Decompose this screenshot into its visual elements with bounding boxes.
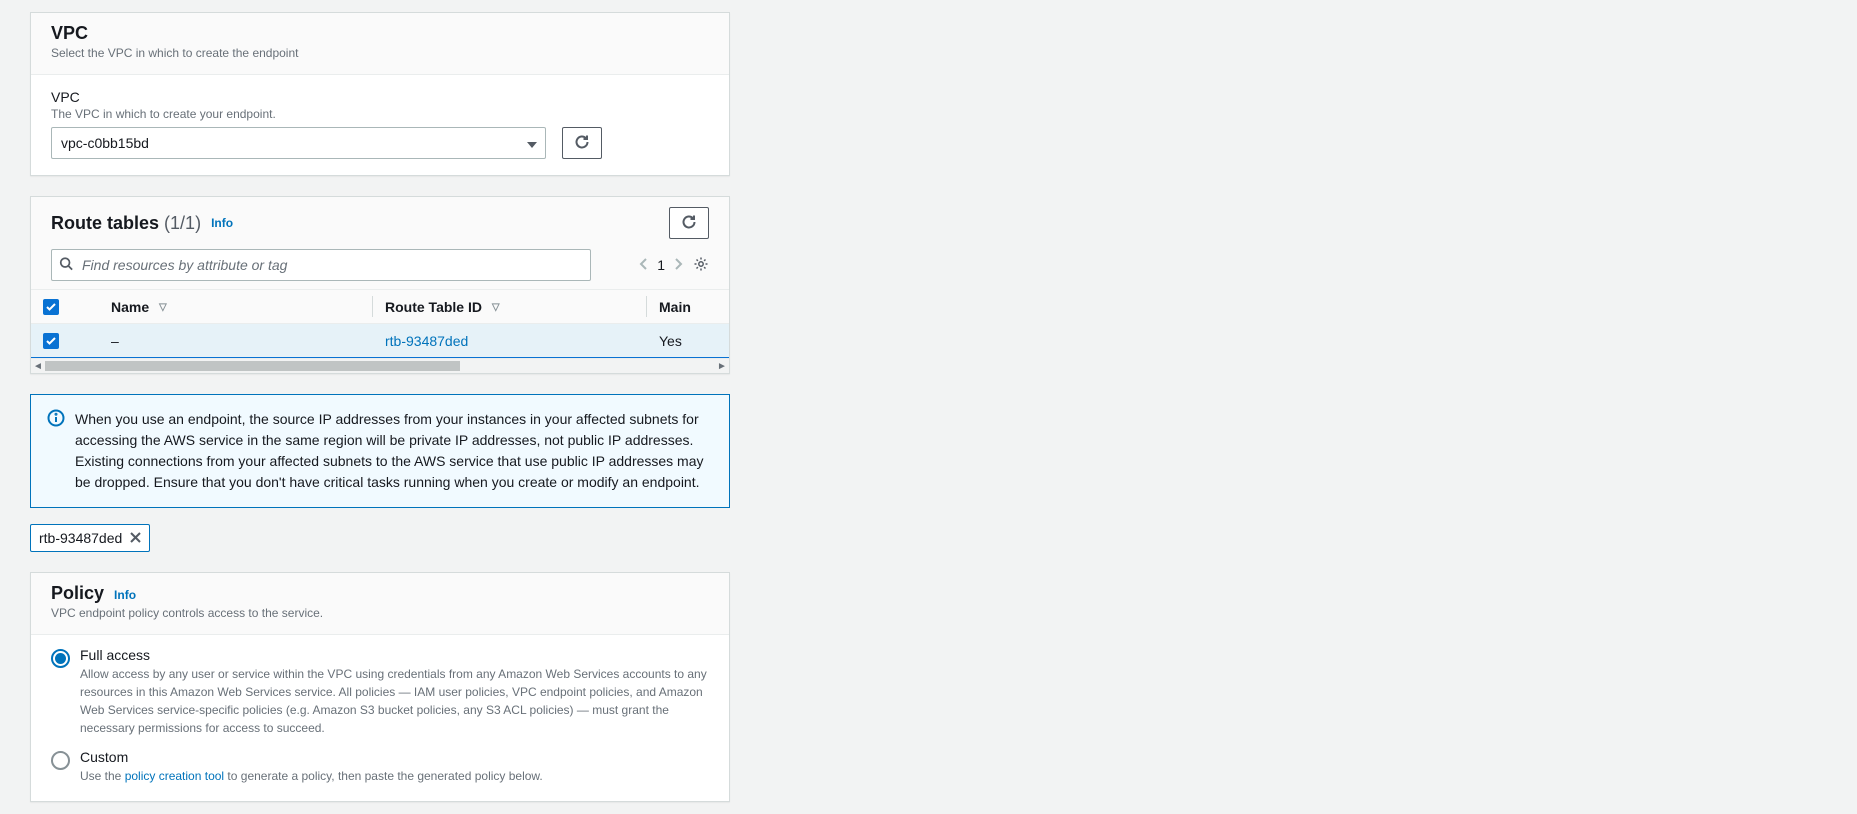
current-page: 1 bbox=[657, 257, 665, 273]
cell-route-table-id[interactable]: rtb-93487ded bbox=[385, 333, 468, 349]
vpc-panel-header: VPC Select the VPC in which to create th… bbox=[31, 13, 729, 75]
refresh-icon bbox=[574, 134, 590, 153]
next-page-button[interactable] bbox=[675, 257, 683, 273]
chip-label: rtb-93487ded bbox=[39, 530, 122, 546]
policy-subtitle: VPC endpoint policy controls access to t… bbox=[51, 606, 709, 620]
filter-icon[interactable]: ▽ bbox=[159, 302, 167, 313]
select-all-checkbox[interactable] bbox=[43, 299, 59, 315]
horizontal-scrollbar[interactable]: ◄ ► bbox=[31, 358, 729, 373]
route-tables-info-link[interactable]: Info bbox=[211, 216, 233, 230]
cell-main: Yes bbox=[647, 324, 729, 358]
refresh-vpc-button[interactable] bbox=[562, 127, 602, 159]
vpc-panel: VPC Select the VPC in which to create th… bbox=[30, 12, 730, 176]
policy-info-link[interactable]: Info bbox=[114, 588, 136, 602]
row-checkbox[interactable] bbox=[43, 333, 59, 349]
column-route-table-id[interactable]: Route Table ID bbox=[385, 299, 482, 315]
route-tables-table: Name ▽ Route Table ID ▽ Main bbox=[31, 289, 729, 358]
vpc-panel-title: VPC bbox=[51, 23, 709, 44]
remove-chip-button[interactable] bbox=[130, 530, 141, 546]
policy-panel: Policy Info VPC endpoint policy controls… bbox=[30, 572, 730, 802]
policy-custom-radio[interactable] bbox=[51, 751, 70, 770]
policy-full-access-label: Full access bbox=[80, 647, 709, 663]
column-name[interactable]: Name bbox=[111, 299, 149, 315]
policy-custom-desc: Use the policy creation tool to generate… bbox=[80, 767, 543, 785]
route-tables-panel: Route tables (1/1) Info bbox=[30, 196, 730, 374]
vpc-field-help: The VPC in which to create your endpoint… bbox=[51, 107, 709, 121]
vpc-panel-subtitle: Select the VPC in which to create the en… bbox=[51, 46, 709, 60]
info-icon bbox=[47, 409, 65, 493]
policy-custom-label: Custom bbox=[80, 749, 543, 765]
settings-button[interactable] bbox=[693, 256, 709, 275]
policy-full-access-desc: Allow access by any user or service with… bbox=[80, 665, 709, 737]
policy-creation-tool-link[interactable]: policy creation tool bbox=[125, 769, 224, 783]
route-tables-count: (1/1) bbox=[164, 213, 201, 233]
route-tables-title: Route tables (1/1) bbox=[51, 213, 201, 234]
scroll-right-icon[interactable]: ► bbox=[715, 361, 729, 372]
filter-icon[interactable]: ▽ bbox=[492, 302, 500, 313]
close-icon bbox=[130, 530, 141, 546]
vpc-select-value: vpc-c0bb15bd bbox=[61, 135, 149, 151]
info-alert-text: When you use an endpoint, the source IP … bbox=[75, 409, 713, 493]
vpc-field-label: VPC bbox=[51, 89, 709, 105]
selected-route-table-chip: rtb-93487ded bbox=[30, 524, 150, 552]
info-alert: When you use an endpoint, the source IP … bbox=[30, 394, 730, 508]
policy-title: Policy bbox=[51, 583, 104, 604]
table-row[interactable]: – rtb-93487ded Yes bbox=[31, 324, 729, 358]
vpc-select[interactable]: vpc-c0bb15bd bbox=[51, 127, 546, 159]
scroll-left-icon[interactable]: ◄ bbox=[31, 361, 45, 372]
prev-page-button[interactable] bbox=[639, 257, 647, 273]
search-icon bbox=[59, 257, 73, 274]
policy-full-access-radio[interactable] bbox=[51, 649, 70, 668]
cell-name: – bbox=[99, 324, 373, 358]
pagination: 1 bbox=[639, 256, 709, 275]
gear-icon bbox=[693, 259, 709, 275]
refresh-route-tables-button[interactable] bbox=[669, 207, 709, 239]
column-main[interactable]: Main bbox=[659, 299, 691, 315]
route-tables-search-input[interactable] bbox=[51, 249, 591, 281]
refresh-icon bbox=[681, 214, 697, 233]
